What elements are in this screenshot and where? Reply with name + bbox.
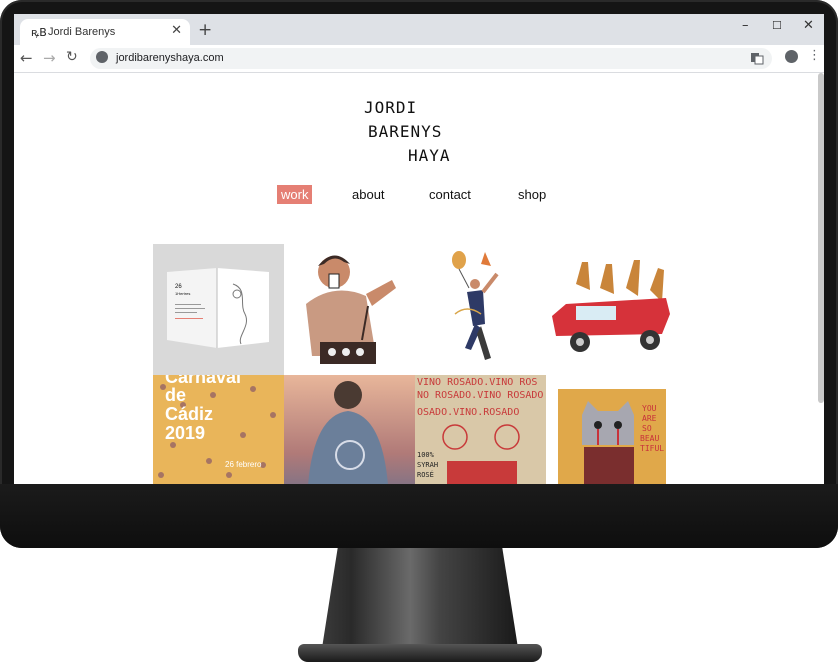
tile-vino-rosado[interactable]: VINO ROSADO.VINO ROS NO ROSADO.VINO ROSA… <box>415 375 546 484</box>
svg-text:TIFUL: TIFUL <box>640 444 664 453</box>
svg-text:YOU: YOU <box>642 404 657 413</box>
browser-toolbar: ← → ↻ jordibarenyshaya.com ⋮ <box>14 45 824 73</box>
svg-text:100%: 100% <box>417 451 435 459</box>
svg-text:BEAU: BEAU <box>640 434 659 443</box>
logo-line-2: BARENYS <box>368 122 442 141</box>
site-logo[interactable]: JORDI BARENYS HAYA <box>362 95 472 165</box>
url-text[interactable]: jordibarenyshaya.com <box>116 52 224 64</box>
svg-text:Cádiz: Cádiz <box>165 404 213 424</box>
svg-text:SO: SO <box>642 424 652 433</box>
nav-shop[interactable]: shop <box>518 187 546 202</box>
svg-text:26 febrero: 26 febrero <box>225 460 262 469</box>
tile-giraffes-red-car[interactable] <box>546 244 677 375</box>
address-bar[interactable]: jordibarenyshaya.com <box>90 48 772 69</box>
site-favicon-icon: ꝶB <box>31 26 47 39</box>
portfolio-grid: 26 1Hertres Carnaval de Cádiz 2019 26 fe… <box>153 244 677 484</box>
svg-text:VINO ROSADO.VINO ROS: VINO ROSADO.VINO ROS <box>417 377 537 388</box>
svg-text:1Hertres: 1Hertres <box>175 291 190 296</box>
forward-icon[interactable]: → <box>43 49 56 67</box>
maximize-icon[interactable]: ☐ <box>772 19 782 32</box>
svg-text:OSADO.VINO.ROSADO: OSADO.VINO.ROSADO <box>417 407 519 418</box>
back-icon[interactable]: ← <box>20 49 33 67</box>
tile-dancer-balloon[interactable] <box>415 244 546 375</box>
page-scrollbar[interactable] <box>818 73 824 403</box>
svg-text:2019: 2019 <box>165 423 205 443</box>
svg-text:SYRAH: SYRAH <box>417 461 438 469</box>
svg-text:NO ROSADO.VINO ROSADO: NO ROSADO.VINO ROSADO <box>417 390 543 401</box>
site-info-icon[interactable] <box>96 51 108 63</box>
svg-text:de: de <box>165 385 186 405</box>
logo-line-3: HAYA <box>408 146 451 165</box>
web-page: JORDI BARENYS HAYA work about contact sh… <box>14 73 824 484</box>
svg-text:26: 26 <box>175 284 182 290</box>
menu-icon[interactable]: ⋮ <box>808 48 821 63</box>
browser-titlebar: ꝶB Jordi Barenys ✕ + – ☐ ✕ <box>14 14 824 45</box>
nav-about[interactable]: about <box>352 187 385 202</box>
nav-contact[interactable]: contact <box>429 187 471 202</box>
tile-cat-beautiful[interactable]: YOU ARE SO BEAU TIFUL <box>546 375 677 484</box>
translate-icon[interactable] <box>750 51 764 65</box>
reload-icon[interactable]: ↻ <box>66 49 78 65</box>
svg-text:ARE: ARE <box>642 414 657 423</box>
tab-close-icon[interactable]: ✕ <box>171 23 182 38</box>
close-window-icon[interactable]: ✕ <box>803 18 814 33</box>
svg-text:ROSÉ: ROSÉ <box>417 470 434 479</box>
monitor-chin <box>0 484 838 548</box>
tile-woman-sunset[interactable] <box>284 375 415 484</box>
minimize-icon[interactable]: – <box>742 18 749 33</box>
nav-work[interactable]: work <box>277 185 313 204</box>
tab-title: Jordi Barenys <box>48 26 116 38</box>
tile-carnaval-cadiz[interactable]: Carnaval de Cádiz 2019 26 febrero <box>153 375 284 484</box>
new-tab-button[interactable]: + <box>198 20 212 40</box>
monitor-stand-base <box>298 644 542 662</box>
tile-sushi-chef[interactable] <box>284 244 415 375</box>
logo-line-1: JORDI <box>364 98 417 117</box>
browser-window: ꝶB Jordi Barenys ✕ + – ☐ ✕ ← → ↻ jordiba… <box>14 14 824 484</box>
tile-book-spread[interactable]: 26 1Hertres <box>153 244 284 375</box>
browser-tab[interactable]: ꝶB Jordi Barenys ✕ <box>20 19 190 45</box>
monitor-stand <box>322 548 518 648</box>
account-icon[interactable] <box>785 50 798 63</box>
